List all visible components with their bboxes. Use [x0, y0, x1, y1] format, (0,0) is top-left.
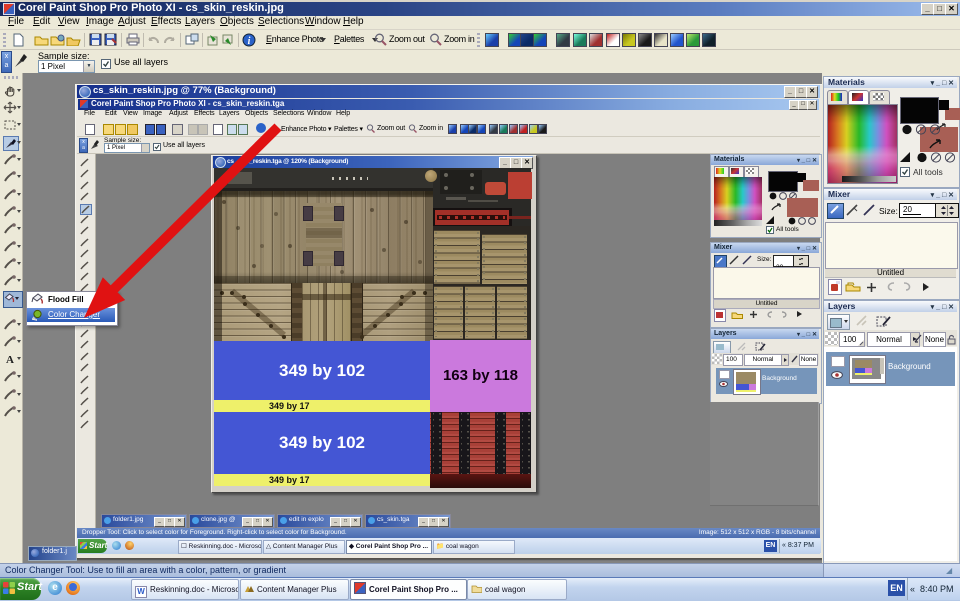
svg-text:i: i — [248, 36, 251, 47]
svg-text:A: A — [6, 354, 14, 365]
